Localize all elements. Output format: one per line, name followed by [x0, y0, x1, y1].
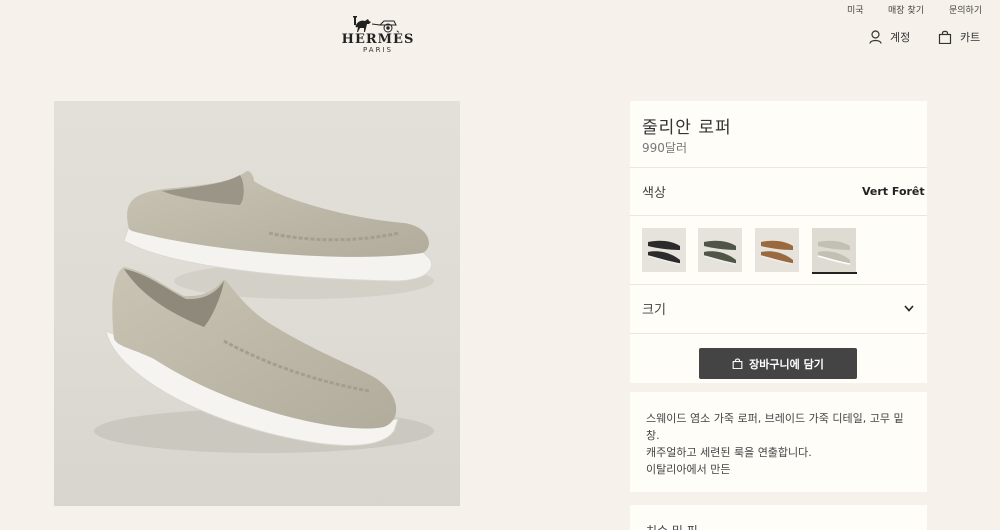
selected-swatch-indicator — [812, 272, 857, 274]
shopping-bag-icon — [938, 30, 952, 44]
swatch-tan-image — [760, 240, 794, 265]
shopping-bag-icon — [732, 358, 743, 369]
country-link[interactable]: 미국 — [847, 3, 864, 16]
description-line: 이탈리아에서 만든 — [646, 463, 731, 476]
description-line: 캐주얼하고 세련된 룩을 연출합니다. — [646, 446, 812, 459]
swatch-black[interactable] — [642, 228, 686, 272]
product-image[interactable] — [54, 101, 460, 506]
carriage-icon — [353, 16, 397, 33]
product-title: 줄리안 로퍼 — [642, 118, 732, 138]
add-to-cart-button[interactable]: 장바구니에 담기 — [699, 348, 857, 379]
divider — [630, 284, 927, 285]
size-label[interactable]: 크기 — [642, 299, 666, 318]
contact-link[interactable]: 문의하기 — [949, 3, 982, 16]
hermes-logo[interactable]: HERMÈS PARIS — [338, 16, 418, 58]
account-label: 계정 — [890, 31, 911, 44]
chevron-down-icon[interactable] — [904, 305, 914, 312]
swatch-black-image — [647, 240, 681, 265]
product-description: 스웨이드 염소 가죽 로퍼, 브레이드 가죽 디테일, 고무 밑창. 캐주얼하고… — [646, 410, 916, 478]
logo-subtitle: PARIS — [363, 46, 393, 54]
divider — [630, 333, 927, 334]
logo-wordmark: HERMÈS — [341, 32, 415, 47]
loafer-photo — [94, 171, 434, 453]
swatch-light-grey[interactable] — [812, 228, 856, 272]
cart-link[interactable]: 카트 — [938, 29, 980, 45]
swatch-tan[interactable] — [755, 228, 799, 272]
product-price: 990달러 — [642, 141, 687, 155]
color-value: Vert Forêt — [862, 185, 925, 198]
swatch-light-grey-image — [817, 240, 851, 265]
store-finder-link[interactable]: 매장 찾기 — [888, 3, 924, 16]
color-label: 색상 — [642, 186, 666, 201]
cart-label: 카트 — [960, 31, 981, 44]
description-line: 스웨이드 염소 가죽 로퍼, 브레이드 가죽 디테일, 고무 밑창. — [646, 412, 904, 442]
swatch-vert-foret-image — [703, 240, 737, 265]
account-link[interactable]: 계정 — [869, 29, 910, 45]
add-to-cart-label: 장바구니에 담기 — [749, 357, 824, 371]
size-fit-header[interactable]: 치수 및 핏 — [646, 522, 698, 530]
swatch-vert-foret[interactable] — [698, 228, 742, 272]
user-icon — [869, 30, 882, 44]
divider — [630, 167, 927, 168]
divider — [630, 215, 927, 216]
